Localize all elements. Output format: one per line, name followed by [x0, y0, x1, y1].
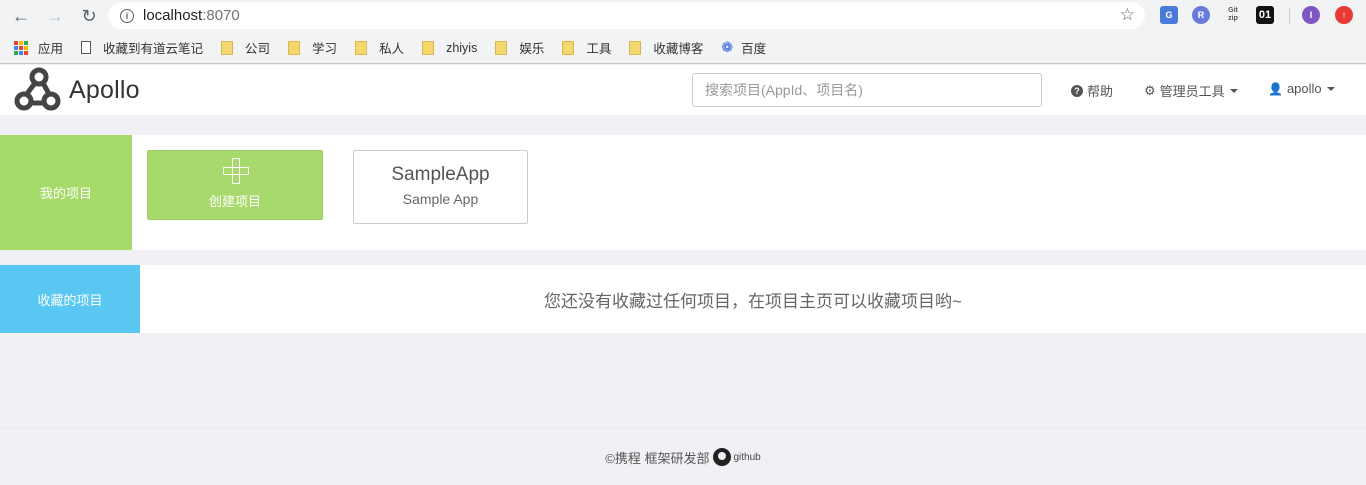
- user-icon: 👤: [1268, 81, 1283, 96]
- site-info-icon[interactable]: i: [120, 8, 134, 23]
- folder-icon: [221, 40, 234, 55]
- bookmark-apps[interactable]: 应用: [14, 32, 63, 63]
- bookmark-youdao[interactable]: 收藏到有道云笔记: [81, 32, 203, 63]
- favorites-label: 收藏的项目: [0, 265, 140, 333]
- address-bar[interactable]: i localhost:8070 ☆: [108, 2, 1145, 29]
- back-icon[interactable]: ←: [11, 6, 31, 26]
- folder-icon: [562, 40, 575, 55]
- copyright-text: ©携程 框架研发部: [605, 450, 710, 466]
- admin-tools-dropdown[interactable]: ⚙ 管理员工具: [1144, 81, 1238, 100]
- gitzip-extension-icon[interactable]: Git zip: [1224, 6, 1242, 24]
- update-icon[interactable]: ↑: [1335, 6, 1353, 24]
- reload-icon[interactable]: ↻: [79, 6, 99, 26]
- logo-text: Apollo: [69, 75, 140, 104]
- binary-extension-icon[interactable]: 01: [1256, 6, 1274, 24]
- bookmark-folder-entertainment[interactable]: 娱乐: [495, 32, 544, 63]
- translate-extension-icon[interactable]: G: [1160, 6, 1178, 24]
- apps-grid-icon: [14, 40, 28, 55]
- help-link[interactable]: ? 帮助: [1071, 81, 1113, 100]
- app-header: Apollo ? 帮助 ⚙ 管理员工具 👤 apollo: [0, 65, 1366, 115]
- forward-icon[interactable]: →: [45, 6, 65, 26]
- folder-icon: [495, 40, 508, 55]
- profile-avatar-icon[interactable]: I: [1302, 6, 1320, 24]
- folder-icon: [422, 40, 435, 55]
- question-circle-icon: ?: [1071, 84, 1083, 97]
- favorites-section: 收藏的项目 您还没有收藏过任何项目，在项目主页可以收藏项目哟~: [0, 265, 1366, 333]
- apollo-logo[interactable]: Apollo: [13, 67, 140, 113]
- github-link[interactable]: github: [733, 452, 760, 463]
- document-icon: [81, 41, 92, 54]
- plus-icon: [223, 158, 249, 184]
- gear-icon: ⚙: [1144, 82, 1156, 98]
- app-id: SampleApp: [391, 164, 490, 185]
- caret-down-icon: [1326, 86, 1335, 91]
- bookmark-folder-tools[interactable]: 工具: [562, 32, 611, 63]
- url-text[interactable]: localhost:8070: [143, 7, 240, 24]
- favorites-empty-message: 您还没有收藏过任何项目，在项目主页可以收藏项目哟~: [544, 291, 962, 311]
- project-search-input[interactable]: [692, 73, 1042, 107]
- bookmarks-bar: 应用 收藏到有道云笔记 公司 学习 私人 zhiyis 娱乐 工具 收藏博客 ❁…: [0, 32, 1366, 64]
- caret-down-icon: [1229, 88, 1238, 93]
- create-project-button[interactable]: 创建项目: [147, 150, 323, 220]
- app-name: Sample App: [402, 191, 479, 207]
- bookmark-folder-blogs[interactable]: 收藏博客: [629, 32, 703, 63]
- folder-icon: [629, 40, 642, 55]
- bookmark-folder-company[interactable]: 公司: [221, 32, 270, 63]
- folder-icon: [355, 40, 368, 55]
- bookmark-folder-study[interactable]: 学习: [288, 32, 337, 63]
- user-dropdown[interactable]: 👤 apollo: [1268, 81, 1335, 96]
- toolbar-divider: [1289, 8, 1290, 24]
- footer: ©携程 框架研发部 github: [0, 428, 1366, 485]
- apollo-logo-icon: [14, 67, 61, 111]
- bookmark-folder-private[interactable]: 私人: [355, 32, 404, 63]
- r-extension-icon[interactable]: R: [1192, 6, 1210, 24]
- bookmark-baidu[interactable]: ❁ 百度: [721, 32, 766, 63]
- my-projects-label: 我的项目: [0, 135, 132, 250]
- baidu-paw-icon: ❁: [721, 39, 734, 55]
- my-projects-section: 我的项目 创建项目 SampleApp Sample App: [0, 135, 1366, 250]
- bookmark-folder-zhiyis[interactable]: zhiyis: [422, 32, 477, 63]
- bookmark-star-icon[interactable]: ☆: [1120, 5, 1135, 25]
- github-icon[interactable]: [713, 448, 732, 466]
- browser-toolbar: ← → ↻ i localhost:8070 ☆ G R Git zip 01 I…: [0, 0, 1366, 32]
- app-card-sampleapp[interactable]: SampleApp Sample App: [353, 150, 528, 224]
- folder-icon: [288, 40, 301, 55]
